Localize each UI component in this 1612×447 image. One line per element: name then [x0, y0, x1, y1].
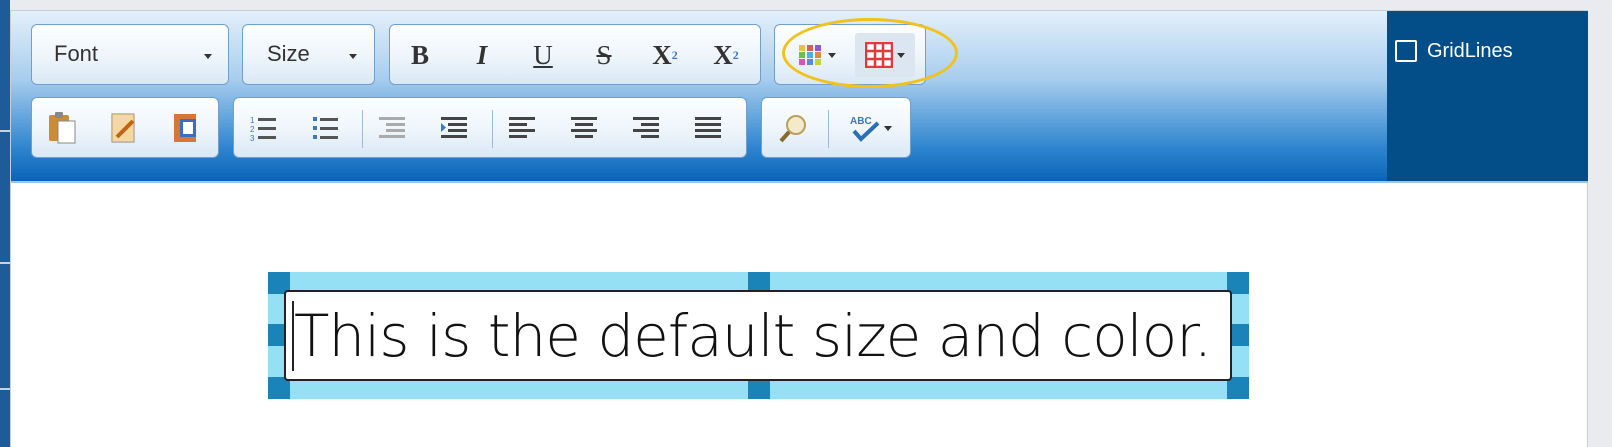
font-dropdown-label: Font	[54, 41, 99, 66]
align-center-button[interactable]	[564, 106, 604, 150]
bold-button[interactable]: B	[400, 33, 440, 77]
find-button[interactable]	[774, 106, 814, 150]
svg-text:2: 2	[250, 125, 255, 134]
align-right-icon	[633, 117, 659, 138]
tools-group: ABC	[761, 97, 911, 158]
paste-from-word-button[interactable]	[166, 106, 206, 150]
indent-icon	[441, 117, 467, 138]
svg-text:ABC: ABC	[850, 116, 872, 127]
chevron-down-icon	[897, 52, 905, 58]
color-table-group	[774, 24, 926, 85]
paste-plain-text-button[interactable]	[104, 106, 144, 150]
rich-text-editor: Font Size B I U S X2 X2 1 2 3 ABC This i…	[10, 10, 1588, 447]
outdent-icon	[379, 117, 405, 138]
svg-text:1: 1	[250, 116, 255, 125]
paste-icon	[49, 112, 76, 144]
gridlines-label: GridLines	[1427, 39, 1513, 62]
toolbar-separator	[492, 110, 493, 148]
chevron-down-icon	[884, 125, 892, 131]
left-edge-panel	[0, 0, 10, 447]
clipboard-group	[31, 97, 219, 158]
svg-text:3: 3	[250, 134, 255, 142]
align-right-button[interactable]	[626, 106, 666, 150]
size-dropdown[interactable]: Size	[242, 24, 375, 85]
italic-button[interactable]: I	[462, 33, 502, 77]
paste-button[interactable]	[42, 106, 82, 150]
resize-handle-bottom-right[interactable]	[1227, 377, 1249, 399]
chevron-down-icon	[349, 54, 357, 59]
underline-button[interactable]: U	[523, 33, 563, 77]
spellcheck-button[interactable]: ABC	[840, 106, 900, 150]
paragraph-group: 1 2 3	[233, 97, 747, 158]
bulleted-list-button[interactable]	[306, 106, 346, 150]
insert-table-button[interactable]	[855, 33, 915, 77]
text-format-group: B I U S X2 X2	[389, 24, 761, 85]
justify-button[interactable]	[688, 106, 728, 150]
subscript-button[interactable]: X2	[645, 33, 685, 77]
gridlines-toggle[interactable]: GridLines	[1395, 38, 1513, 64]
paste-from-word-icon	[174, 114, 196, 142]
align-center-icon	[571, 117, 597, 138]
editor-toolbar: Font Size B I U S X2 X2 1 2 3 ABC	[11, 11, 1387, 181]
toolbar-separator	[362, 110, 363, 148]
gridlines-checkbox[interactable]	[1395, 40, 1417, 62]
strikethrough-button[interactable]: S	[584, 33, 624, 77]
size-dropdown-label: Size	[267, 41, 310, 66]
left-edge-divider	[0, 262, 10, 264]
insert-table-icon	[865, 42, 893, 68]
paste-plain-text-icon	[111, 113, 135, 143]
numbered-list-button[interactable]: 1 2 3	[244, 106, 284, 150]
left-edge-divider	[0, 130, 10, 132]
text-box[interactable]: This is the default size and color.	[284, 290, 1232, 381]
spellcheck-icon: ABC	[850, 116, 880, 142]
color-palette-icon	[799, 45, 821, 65]
chevron-down-icon	[828, 52, 836, 58]
text-box-content[interactable]: This is the default size and color.	[294, 302, 1212, 370]
toolbar-divider	[11, 181, 1588, 183]
chevron-down-icon	[204, 54, 212, 59]
color-picker-button[interactable]	[789, 33, 845, 77]
numbered-list-icon: 1 2 3	[250, 116, 276, 142]
justify-icon	[695, 117, 721, 138]
find-icon	[779, 115, 806, 143]
left-edge-divider	[0, 388, 10, 390]
outdent-button[interactable]	[372, 106, 412, 150]
align-left-button[interactable]	[502, 106, 542, 150]
indent-button[interactable]	[434, 106, 474, 150]
superscript-button[interactable]: X2	[706, 33, 746, 77]
font-dropdown[interactable]: Font	[31, 24, 229, 85]
align-left-icon	[509, 117, 535, 138]
toolbar-separator	[828, 110, 829, 148]
toolbar-options-panel	[1387, 11, 1588, 181]
bulleted-list-icon	[313, 117, 338, 139]
